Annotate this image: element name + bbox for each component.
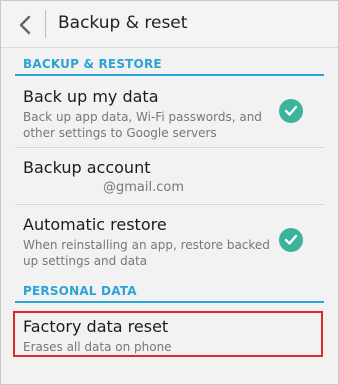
action-bar: Backup & reset	[1, 1, 338, 48]
setting-title: Automatic restore	[23, 215, 167, 234]
backup-data-checkbox[interactable]	[279, 99, 303, 123]
chevron-left-icon	[19, 15, 31, 35]
setting-subtitle: Back up app data, Wi-Fi passwords, and o…	[23, 110, 262, 140]
setting-backup-data[interactable]: Back up my data Back up app data, Wi-Fi …	[1, 77, 338, 147]
section-rule	[15, 74, 324, 76]
setting-backup-account[interactable]: Backup account @gmail.com	[1, 148, 338, 203]
highlight-box	[13, 311, 323, 357]
page-title: Backup & reset	[58, 13, 188, 33]
setting-title: Back up my data	[23, 87, 159, 106]
account-email: @gmail.com	[103, 180, 185, 195]
check-icon	[284, 105, 298, 116]
setting-subtitle: When reinstalling an app, restore backed…	[23, 238, 270, 268]
back-button[interactable]	[11, 11, 39, 39]
section-header-backup-restore: BACKUP & RESTORE	[23, 57, 162, 71]
setting-title: Backup account	[23, 158, 151, 177]
title-separator	[45, 10, 46, 38]
setting-automatic-restore[interactable]: Automatic restore When reinstalling an a…	[1, 205, 338, 275]
check-icon	[284, 234, 298, 245]
section-rule	[15, 301, 324, 303]
section-header-personal-data: PERSONAL DATA	[23, 284, 137, 298]
automatic-restore-checkbox[interactable]	[279, 228, 303, 252]
